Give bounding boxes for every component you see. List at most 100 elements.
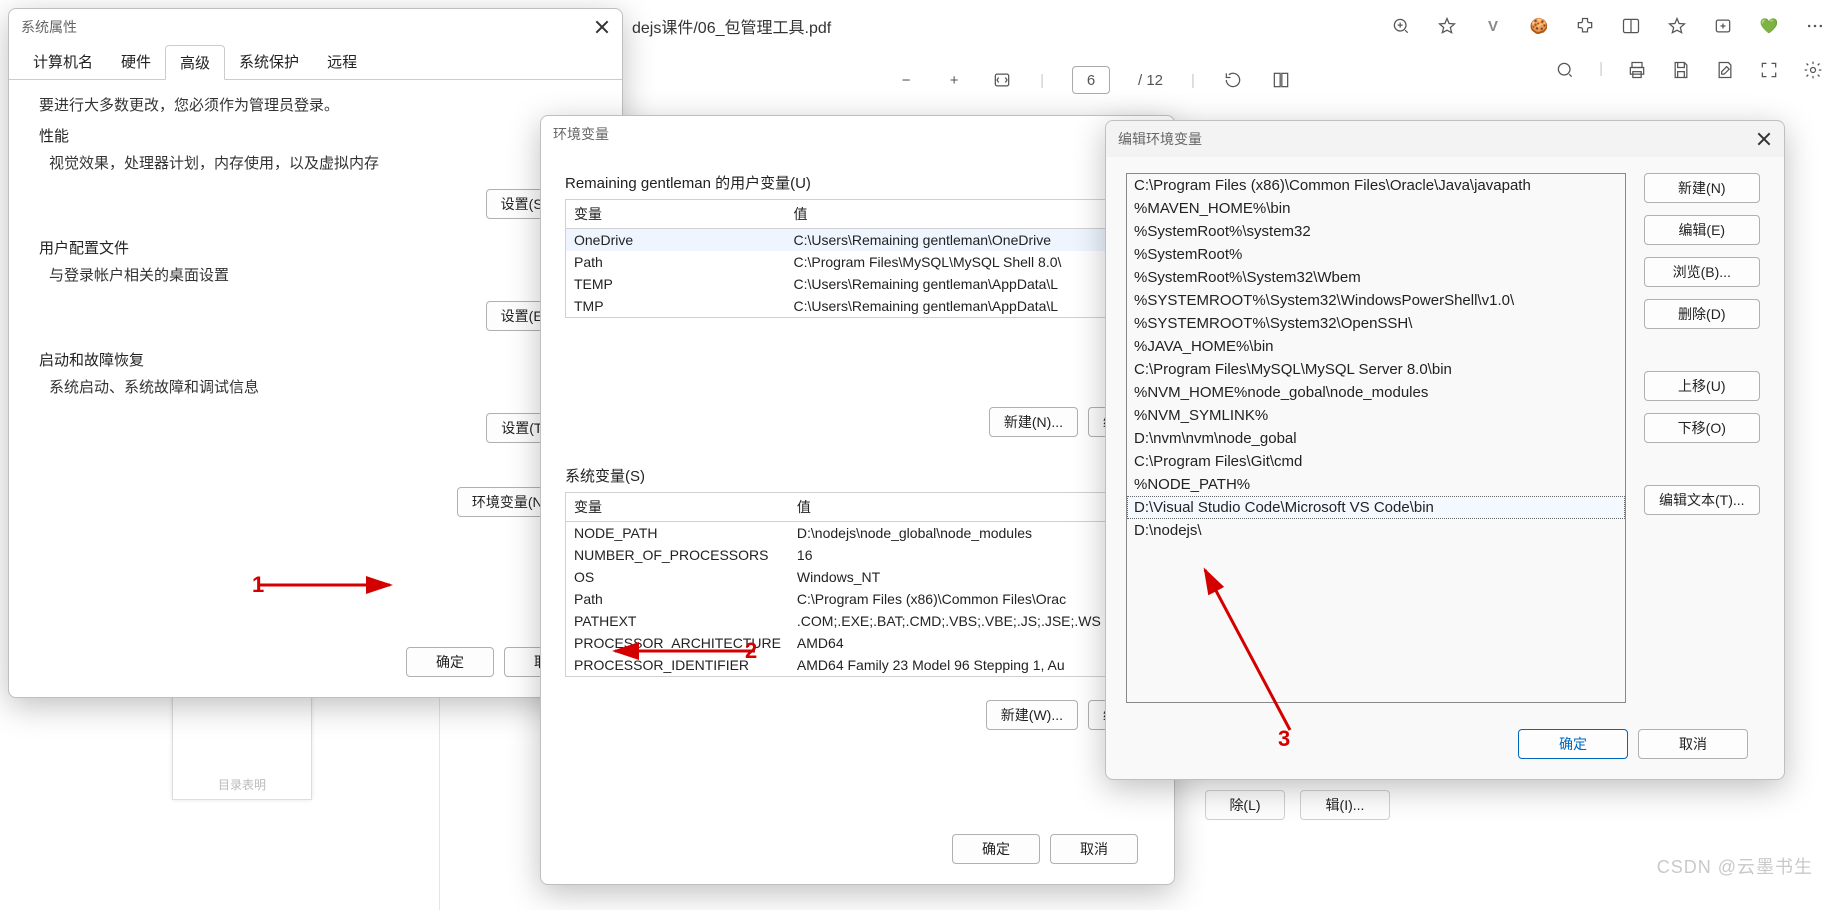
- path-list[interactable]: C:\Program Files (x86)\Common Files\Orac…: [1126, 173, 1626, 703]
- page-view-icon[interactable]: [1271, 70, 1291, 90]
- close-icon[interactable]: [1756, 131, 1772, 147]
- search-icon[interactable]: [1555, 60, 1575, 80]
- user-vars-table[interactable]: 变量值 OneDriveC:\Users\Remaining gentleman…: [565, 199, 1150, 318]
- ghost-edit-button: 辑(I)...: [1300, 790, 1390, 820]
- pdf-right-toolbar: |: [1555, 60, 1823, 80]
- fullscreen-icon[interactable]: [1759, 60, 1779, 80]
- save-as-icon[interactable]: [1715, 60, 1735, 80]
- performance-icon[interactable]: 💚: [1759, 16, 1779, 36]
- table-row: PathC:\Program Files (x86)\Common Files\…: [566, 588, 1150, 610]
- browse-button[interactable]: 浏览(B)...: [1644, 257, 1760, 287]
- system-properties-title: 系统属性: [21, 17, 77, 37]
- environment-variables-dialog: 环境变量 Remaining gentleman 的用户变量(U) 变量值 On…: [540, 115, 1175, 885]
- sysprops-ok-button[interactable]: 确定: [406, 647, 494, 677]
- envvars-title: 环境变量: [553, 124, 609, 144]
- path-list-item[interactable]: D:\Visual Studio Code\Microsoft VS Code\…: [1127, 496, 1625, 519]
- path-list-item[interactable]: %SystemRoot%: [1127, 243, 1625, 266]
- sys-vars-heading: 系统变量(S): [565, 465, 1150, 486]
- col-value: 值: [789, 493, 1150, 522]
- tab-advanced[interactable]: 高级: [165, 45, 225, 80]
- col-value: 值: [786, 200, 1150, 229]
- page-number-input[interactable]: 6: [1072, 66, 1110, 94]
- performance-desc: 视觉效果，处理器计划，内存使用，以及虚拟内存: [49, 152, 592, 173]
- path-list-item[interactable]: %SystemRoot%\system32: [1127, 220, 1625, 243]
- path-list-item[interactable]: %NVM_HOME%node_gobal\node_modules: [1127, 381, 1625, 404]
- startup-recovery-desc: 系统启动、系统故障和调试信息: [49, 376, 592, 397]
- edit-env-title: 编辑环境变量: [1118, 129, 1202, 149]
- user-profiles-desc: 与登录帐户相关的桌面设置: [49, 264, 592, 285]
- path-list-item[interactable]: D:\nvm\nvm\node_gobal: [1127, 427, 1625, 450]
- path-list-item[interactable]: C:\Program Files (x86)\Common Files\Orac…: [1127, 174, 1625, 197]
- move-up-button[interactable]: 上移(U): [1644, 371, 1760, 401]
- watermark: CSDN @云墨书生: [1657, 853, 1813, 879]
- favorite-icon[interactable]: [1667, 16, 1687, 36]
- table-row: TMPC:\Users\Remaining gentleman\AppData\…: [566, 295, 1150, 318]
- cookie-icon[interactable]: 🍪: [1529, 16, 1549, 36]
- col-variable: 变量: [566, 200, 786, 229]
- more-icon[interactable]: [1805, 16, 1825, 36]
- editenv-cancel-button[interactable]: 取消: [1638, 729, 1748, 759]
- path-list-item[interactable]: %JAVA_HOME%\bin: [1127, 335, 1625, 358]
- delete-button[interactable]: 删除(D): [1644, 299, 1760, 329]
- tab-system-protection[interactable]: 系统保护: [225, 45, 313, 79]
- browser-toolbar: V 🍪 💚: [1391, 16, 1825, 36]
- user-vars-heading: Remaining gentleman 的用户变量(U): [565, 172, 1150, 193]
- collections-icon[interactable]: [1713, 16, 1733, 36]
- path-list-item[interactable]: %SYSTEMROOT%\System32\WindowsPowerShell\…: [1127, 289, 1625, 312]
- zoom-out-icon[interactable]: −: [896, 70, 916, 90]
- path-list-item[interactable]: %NODE_PATH%: [1127, 473, 1625, 496]
- tab-remote[interactable]: 远程: [313, 45, 371, 79]
- zoom-in-icon[interactable]: +: [944, 70, 964, 90]
- table-row: PROCESSOR_IDENTIFIERAMD64 Family 23 Mode…: [566, 654, 1150, 677]
- sys-vars-table[interactable]: 变量值 NODE_PATHD:\nodejs\node_global\node_…: [565, 492, 1150, 677]
- startup-recovery-heading: 启动和故障恢复: [39, 349, 592, 370]
- table-row: PROCESSOR_ARCHITECTUREAMD64: [566, 632, 1150, 654]
- browser-address-bar: dejs课件/06_包管理工具.pdf V 🍪 💚: [620, 0, 1837, 52]
- admin-note: 要进行大多数更改，您必须作为管理员登录。: [39, 94, 592, 115]
- zoom-in-icon[interactable]: [1391, 16, 1411, 36]
- user-new-button[interactable]: 新建(N)...: [989, 407, 1078, 437]
- path-list-item[interactable]: %SYSTEMROOT%\System32\OpenSSH\: [1127, 312, 1625, 335]
- table-row: TEMPC:\Users\Remaining gentleman\AppData…: [566, 273, 1150, 295]
- tab-computer-name[interactable]: 计算机名: [19, 45, 107, 79]
- performance-heading: 性能: [39, 125, 592, 146]
- ghost-delete-button: 除(L): [1205, 790, 1285, 820]
- editenv-ok-button[interactable]: 确定: [1518, 729, 1628, 759]
- path-list-item[interactable]: C:\Program Files\MySQL\MySQL Server 8.0\…: [1127, 358, 1625, 381]
- page-total: / 12: [1138, 72, 1163, 89]
- edit-button[interactable]: 编辑(E): [1644, 215, 1760, 245]
- edit-env-var-dialog: 编辑环境变量 C:\Program Files (x86)\Common Fil…: [1105, 120, 1785, 780]
- annotation-3: 3: [1278, 726, 1290, 752]
- sidebar-icon[interactable]: [1621, 16, 1641, 36]
- close-icon[interactable]: [594, 19, 610, 35]
- rotate-icon[interactable]: [1223, 70, 1243, 90]
- save-icon[interactable]: [1671, 60, 1691, 80]
- table-row: PATHEXT.COM;.EXE;.BAT;.CMD;.VBS;.VBE;.JS…: [566, 610, 1150, 632]
- col-variable: 变量: [566, 493, 789, 522]
- system-properties-dialog: 系统属性 计算机名 硬件 高级 系统保护 远程 要进行大多数更改，您必须作为管理…: [8, 8, 623, 698]
- extension-icon[interactable]: [1575, 16, 1595, 36]
- path-list-item[interactable]: %NVM_SYMLINK%: [1127, 404, 1625, 427]
- new-button[interactable]: 新建(N): [1644, 173, 1760, 203]
- print-icon[interactable]: [1627, 60, 1647, 80]
- path-list-item[interactable]: %MAVEN_HOME%\bin: [1127, 197, 1625, 220]
- path-list-item[interactable]: D:\nodejs\: [1127, 519, 1625, 542]
- move-down-button[interactable]: 下移(O): [1644, 413, 1760, 443]
- path-list-item[interactable]: C:\Program Files\Git\cmd: [1127, 450, 1625, 473]
- path-list-item[interactable]: %SystemRoot%\System32\Wbem: [1127, 266, 1625, 289]
- envvars-ok-button[interactable]: 确定: [952, 834, 1040, 864]
- envvars-cancel-button[interactable]: 取消: [1050, 834, 1138, 864]
- user-profiles-heading: 用户配置文件: [39, 237, 592, 258]
- v-icon[interactable]: V: [1483, 16, 1503, 36]
- table-row: PathC:\Program Files\MySQL\MySQL Shell 8…: [566, 251, 1150, 273]
- annotation-1: 1: [252, 572, 264, 598]
- fit-page-icon[interactable]: [992, 70, 1012, 90]
- address-text: dejs课件/06_包管理工具.pdf: [632, 14, 831, 38]
- pdf-toolbar: − + | 6 / 12 |: [620, 60, 1567, 100]
- annotation-2: 2: [745, 638, 757, 664]
- star-icon[interactable]: [1437, 16, 1457, 36]
- edit-text-button[interactable]: 编辑文本(T)...: [1644, 485, 1760, 515]
- tab-hardware[interactable]: 硬件: [107, 45, 165, 79]
- settings-icon[interactable]: [1803, 60, 1823, 80]
- sys-new-button[interactable]: 新建(W)...: [986, 700, 1078, 730]
